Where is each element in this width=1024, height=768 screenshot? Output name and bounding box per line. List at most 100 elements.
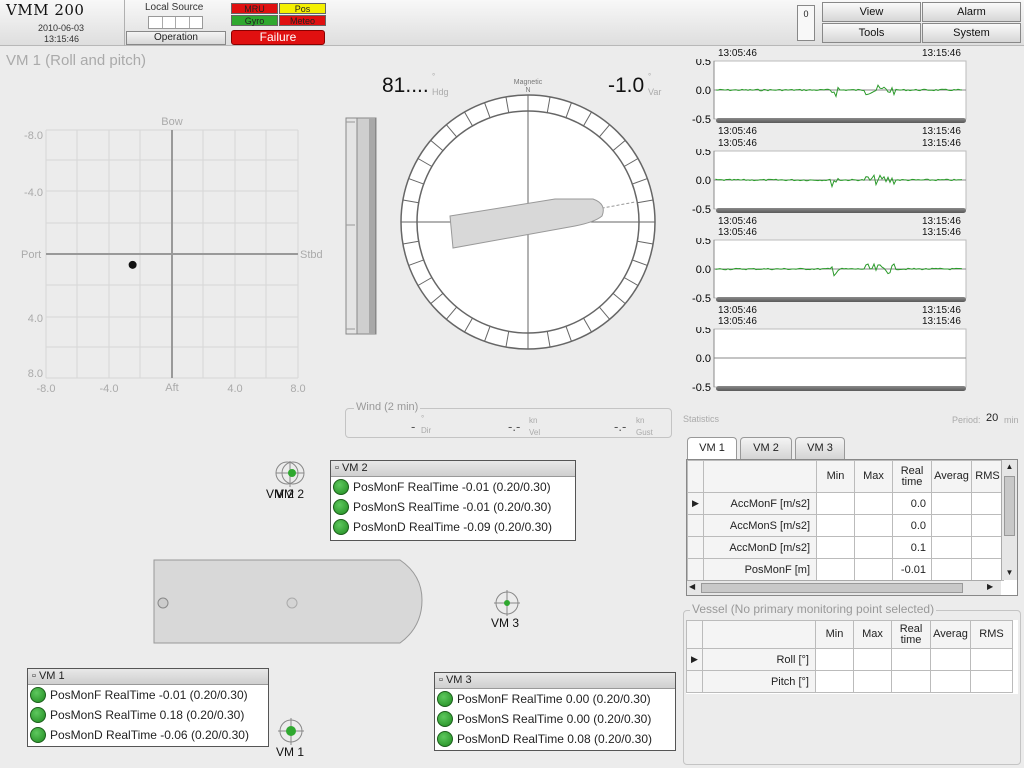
trend-y-tick: 0.5: [696, 327, 711, 336]
port-label: Port: [21, 249, 41, 261]
status-led-icon: [333, 499, 349, 515]
scroll-up-icon[interactable]: ▲: [1002, 460, 1017, 474]
scroll-right-icon[interactable]: ▶: [987, 582, 993, 591]
monitor-row: PosMonF RealTime -0.01 (0.20/0.30): [331, 477, 575, 497]
wind-gust-value: -.-: [614, 419, 627, 434]
col-rms[interactable]: RMS: [970, 620, 1013, 649]
trend-y-tick: 0.0: [696, 175, 711, 187]
trend-scrollbar: [716, 118, 966, 123]
vm3-panel-header: ▫ VM 3: [435, 673, 675, 689]
scroll-thumb[interactable]: [701, 583, 963, 593]
status-led-icon: [333, 519, 349, 535]
scroll-down-icon[interactable]: ▼: [1002, 566, 1017, 580]
tab-vm3[interactable]: VM 3: [795, 437, 845, 459]
tab-vm1[interactable]: VM 1: [687, 437, 737, 460]
tools-menu-button[interactable]: Tools: [822, 23, 921, 43]
monitor-row: PosMonD RealTime -0.06 (0.20/0.30): [28, 725, 268, 745]
col-average[interactable]: Averag: [931, 460, 972, 493]
statistics-table: Min Max Real time Averag RMS ▶ AccMonF […: [686, 459, 1018, 596]
row-selector-icon: ▶: [687, 492, 704, 515]
col-max[interactable]: Max: [853, 620, 892, 649]
wind-vel-label: Vel: [529, 428, 541, 437]
row-label: AccMonS [m/s2]: [703, 514, 817, 537]
trend-start-time: 13:05:46: [718, 48, 757, 59]
alarm-menu-button[interactable]: Alarm: [922, 2, 1021, 22]
trend-end-time: 13:15:46: [922, 138, 961, 149]
system-menu-button[interactable]: System: [922, 23, 1021, 43]
vertical-scrollbar[interactable]: ▲ ▼: [1001, 460, 1017, 580]
status-mru[interactable]: MRU: [231, 3, 278, 14]
monitor-row-text: PosMonD RealTime -0.06 (0.20/0.30): [50, 728, 249, 742]
col-realtime[interactable]: Real time: [892, 460, 932, 493]
table-row[interactable]: AccMonS [m/s2] 0.0: [687, 514, 1004, 537]
col-max[interactable]: Max: [854, 460, 893, 493]
vm3-title: VM 3: [445, 674, 472, 686]
table-row[interactable]: PosMonF [m] -0.01: [687, 558, 1004, 581]
roll-pitch-point: [128, 260, 137, 269]
vm1-monitor-panel[interactable]: ▫ VM 1 PosMonF RealTime -0.01 (0.20/0.30…: [27, 668, 269, 747]
table-row[interactable]: ▶ Roll [°]: [686, 648, 1013, 671]
wind-dir-value: -: [411, 419, 416, 434]
vm2-marker-label-shadow: VM 2: [276, 487, 305, 501]
table-row[interactable]: Pitch [°]: [686, 670, 1013, 693]
monitor-row-text: PosMonF RealTime 0.00 (0.20/0.30): [457, 692, 651, 706]
operation-button[interactable]: Operation: [126, 31, 226, 45]
row-label: AccMonD [m/s2]: [703, 536, 817, 559]
status-gyro[interactable]: Gyro: [231, 15, 278, 26]
divider: [124, 0, 125, 46]
local-source-label: Local Source: [145, 2, 204, 13]
col-average[interactable]: Averag: [930, 620, 971, 649]
row-label: PosMonF [m]: [703, 558, 817, 581]
tab-vm2[interactable]: VM 2: [740, 437, 792, 459]
monitor-row: PosMonF RealTime 0.00 (0.20/0.30): [435, 689, 675, 709]
status-pos[interactable]: Pos: [279, 3, 326, 14]
trend-y-tick: 0.0: [696, 264, 711, 276]
y-tick: -8.0: [24, 130, 43, 142]
trend-chart: 0.5 0.0 -0.5: [692, 327, 967, 394]
vm2-title: VM 2: [341, 462, 368, 474]
local-source-selector[interactable]: [148, 16, 203, 29]
monitor-row: PosMonS RealTime 0.00 (0.20/0.30): [435, 709, 675, 729]
trend-y-tick: -0.5: [692, 204, 711, 216]
view-menu-button[interactable]: View: [822, 2, 921, 22]
scroll-left-icon[interactable]: ◀: [689, 582, 695, 591]
monitor-row: PosMonF RealTime -0.01 (0.20/0.30): [28, 685, 268, 705]
alarm-counter[interactable]: 0: [797, 5, 815, 41]
trend-end-time: 13:15:46: [922, 227, 961, 238]
wind-title: Wind (2 min): [354, 401, 421, 413]
horizontal-scrollbar[interactable]: ◀ ▶: [687, 580, 1001, 595]
trend-end-time: 13:15:46: [922, 216, 961, 227]
app-time: 13:15:46: [44, 34, 80, 44]
col-min[interactable]: Min: [816, 460, 855, 493]
vm3-monitor-panel[interactable]: ▫ VM 3 PosMonF RealTime 0.00 (0.20/0.30)…: [434, 672, 676, 751]
trend-y-tick: 0.5: [696, 149, 711, 158]
col-min[interactable]: Min: [815, 620, 854, 649]
table-row[interactable]: AccMonD [m/s2] 0.1: [687, 536, 1004, 559]
monitor-row: PosMonS RealTime 0.18 (0.20/0.30): [28, 705, 268, 725]
status-led-icon: [30, 687, 46, 703]
vm1-marker-icon[interactable]: [276, 717, 306, 747]
wind-vel-value: -.-: [508, 419, 521, 434]
monitor-row-text: PosMonS RealTime -0.01 (0.20/0.30): [353, 500, 552, 514]
vm2-marker-icon[interactable]: [272, 459, 312, 489]
trend-y-tick: -0.5: [692, 293, 711, 305]
trend-scrollbar: [716, 386, 966, 391]
failure-alarm-button[interactable]: Failure: [231, 30, 325, 45]
trend-y-tick: -0.5: [692, 114, 711, 126]
pin-icon: ▫: [335, 462, 342, 474]
trend-y-tick: -0.5: [692, 382, 711, 394]
vessel-outline: [153, 559, 423, 644]
trend-start-time: 13:05:46: [718, 305, 757, 316]
vm2-monitor-panel[interactable]: ▫ VM 2 PosMonF RealTime -0.01 (0.20/0.30…: [330, 460, 576, 541]
table-row[interactable]: ▶ AccMonF [m/s2] 0.0: [687, 492, 1004, 515]
status-meteo[interactable]: Meteo: [279, 15, 326, 26]
vm1-title: VM 1: [38, 670, 65, 682]
wind-gust-label: Gust: [636, 428, 653, 437]
realtime-value: 0.0: [892, 514, 932, 537]
col-realtime[interactable]: Real time: [891, 620, 931, 649]
scroll-thumb[interactable]: [1004, 476, 1015, 536]
monitor-row: PosMonS RealTime -0.01 (0.20/0.30): [331, 497, 575, 517]
period-value[interactable]: 20: [986, 412, 998, 424]
wind-dir-label: Dir: [421, 426, 432, 435]
col-rms[interactable]: RMS: [971, 460, 1004, 493]
